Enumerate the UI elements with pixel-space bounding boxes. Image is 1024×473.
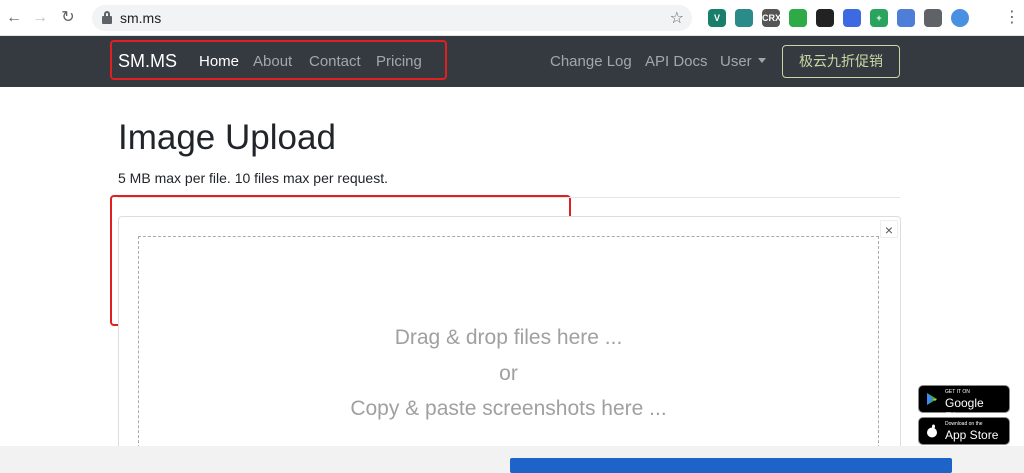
- globe-extension-icon[interactable]: [735, 9, 753, 27]
- dark-square-icon[interactable]: [816, 9, 834, 27]
- nav-home[interactable]: Home: [199, 53, 239, 70]
- apple-logo-icon: [927, 424, 937, 438]
- brand-logo[interactable]: SM.MS: [118, 51, 177, 72]
- address-bar[interactable]: sm.ms ☆: [92, 5, 692, 31]
- nav-about[interactable]: About: [253, 53, 292, 70]
- back-arrow-icon[interactable]: ←: [4, 8, 24, 28]
- app-store-big-text: App Store: [945, 428, 999, 442]
- file-drop-zone[interactable]: [138, 236, 879, 473]
- vue-devtools-icon[interactable]: V: [708, 9, 726, 27]
- lock-icon: [102, 11, 112, 24]
- nav-pricing[interactable]: Pricing: [376, 53, 422, 70]
- bottom-ad-banner[interactable]: [510, 458, 952, 473]
- drop-instruction: Drag & drop files here ...: [394, 326, 623, 349]
- url-text: sm.ms: [120, 10, 162, 26]
- forward-arrow-icon[interactable]: →: [30, 8, 50, 28]
- nav-user-dropdown[interactable]: User: [720, 53, 766, 70]
- nav-api-docs[interactable]: API Docs: [645, 53, 708, 70]
- drop-or-text: or: [499, 362, 518, 385]
- app-store-small-text: Download on the: [945, 421, 983, 427]
- chevron-down-icon: [757, 58, 766, 63]
- divider: [118, 197, 900, 198]
- google-play-icon: [927, 393, 937, 405]
- paste-instruction: Copy & paste screenshots here ...: [350, 397, 667, 420]
- nav-contact[interactable]: Contact: [309, 53, 361, 70]
- crx-extension-icon[interactable]: CRX: [762, 9, 781, 27]
- gear-green-icon[interactable]: [789, 9, 807, 27]
- plus-square-icon[interactable]: +: [870, 9, 888, 27]
- browser-menu-icon[interactable]: ⋮: [1004, 8, 1020, 28]
- profile-avatar-icon[interactable]: [951, 9, 969, 27]
- bookmark-star-icon[interactable]: ☆: [670, 8, 684, 28]
- app-store-badge[interactable]: Download on the App Store: [918, 417, 1010, 445]
- reload-icon[interactable]: ↻: [58, 8, 78, 28]
- site-navbar: SM.MS Home About Contact Pricing Change …: [0, 36, 1024, 87]
- blue-circle-icon[interactable]: [897, 9, 915, 27]
- nav-user-label: User: [720, 53, 752, 70]
- promo-button[interactable]: 极云九折促销: [782, 45, 900, 78]
- upload-limits-text: 5 MB max per file. 10 files max per requ…: [118, 170, 388, 186]
- browser-toolbar: ← → ↻ sm.ms ☆ V CRX + ⋮: [0, 0, 1024, 36]
- google-play-badge[interactable]: GET IT ON Google Play: [918, 385, 1010, 424]
- translate-icon[interactable]: [843, 9, 861, 27]
- google-play-small-text: GET IT ON: [945, 389, 970, 395]
- page-title: Image Upload: [118, 118, 336, 157]
- close-icon[interactable]: ×: [880, 220, 898, 238]
- puzzle-icon[interactable]: [924, 9, 942, 27]
- nav-change-log[interactable]: Change Log: [550, 53, 632, 70]
